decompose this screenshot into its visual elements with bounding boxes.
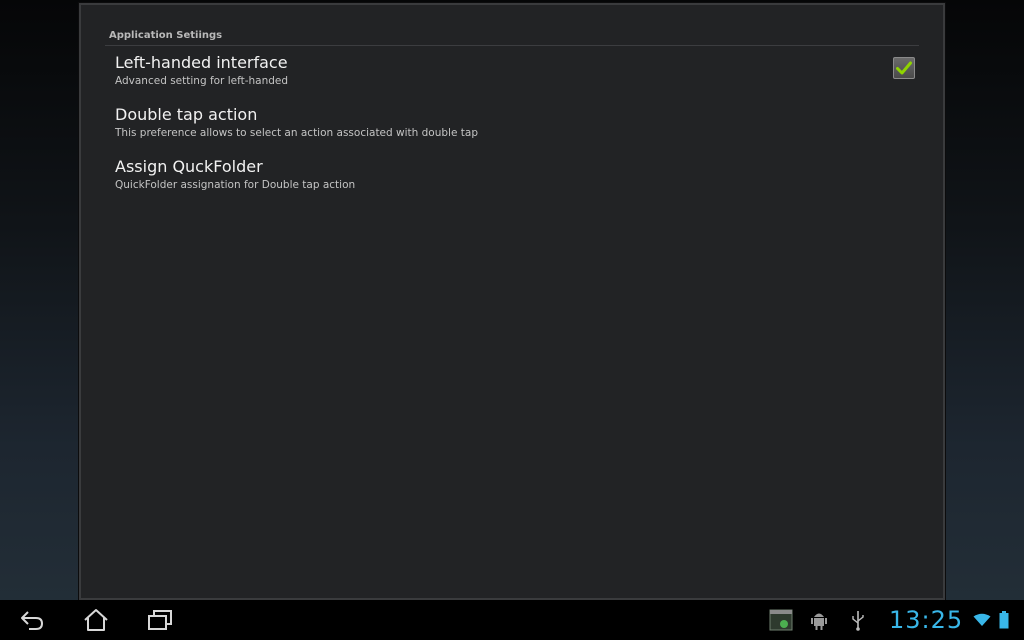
system-navigation-bar: 13:25 [0, 600, 1024, 640]
android-debug-notification[interactable] [808, 608, 830, 632]
category-header: Application Setiings [105, 26, 919, 46]
pref-summary: This preference allows to select an acti… [115, 127, 478, 139]
recent-apps-button[interactable] [140, 604, 180, 636]
usb-icon [852, 611, 864, 631]
status-clock[interactable]: 13:25 [889, 604, 963, 636]
wifi-icon [973, 613, 991, 626]
wifi-status [972, 608, 992, 632]
screenshot-notification[interactable] [768, 608, 794, 632]
pref-assign-quickfolder[interactable]: Assign QuckFolder QuickFolder assignatio… [105, 157, 919, 205]
pref-left-handed-interface[interactable]: Left-handed interface Advanced setting f… [105, 53, 919, 101]
recent-apps-icon [148, 610, 172, 630]
battery-status [998, 608, 1010, 632]
back-button[interactable] [12, 604, 52, 636]
home-button[interactable] [76, 604, 116, 636]
settings-dialog: Application Setiings Left-handed interfa… [79, 3, 945, 600]
screenshot-notification-icon [769, 609, 793, 631]
left-handed-checkbox[interactable] [893, 57, 915, 79]
checkmark-icon [896, 61, 912, 75]
pref-title: Double tap action [115, 105, 258, 124]
pref-summary: Advanced setting for left-handed [115, 75, 289, 87]
pref-double-tap-action[interactable]: Double tap action This preference allows… [105, 105, 919, 153]
pref-summary: QuickFolder assignation for Double tap a… [115, 179, 356, 191]
usb-notification[interactable] [848, 608, 868, 632]
android-debug-icon [811, 613, 827, 630]
back-icon [21, 611, 44, 630]
battery-icon [999, 611, 1009, 629]
home-icon [84, 609, 108, 631]
pref-title: Assign QuckFolder [115, 157, 263, 176]
pref-title: Left-handed interface [115, 53, 288, 72]
